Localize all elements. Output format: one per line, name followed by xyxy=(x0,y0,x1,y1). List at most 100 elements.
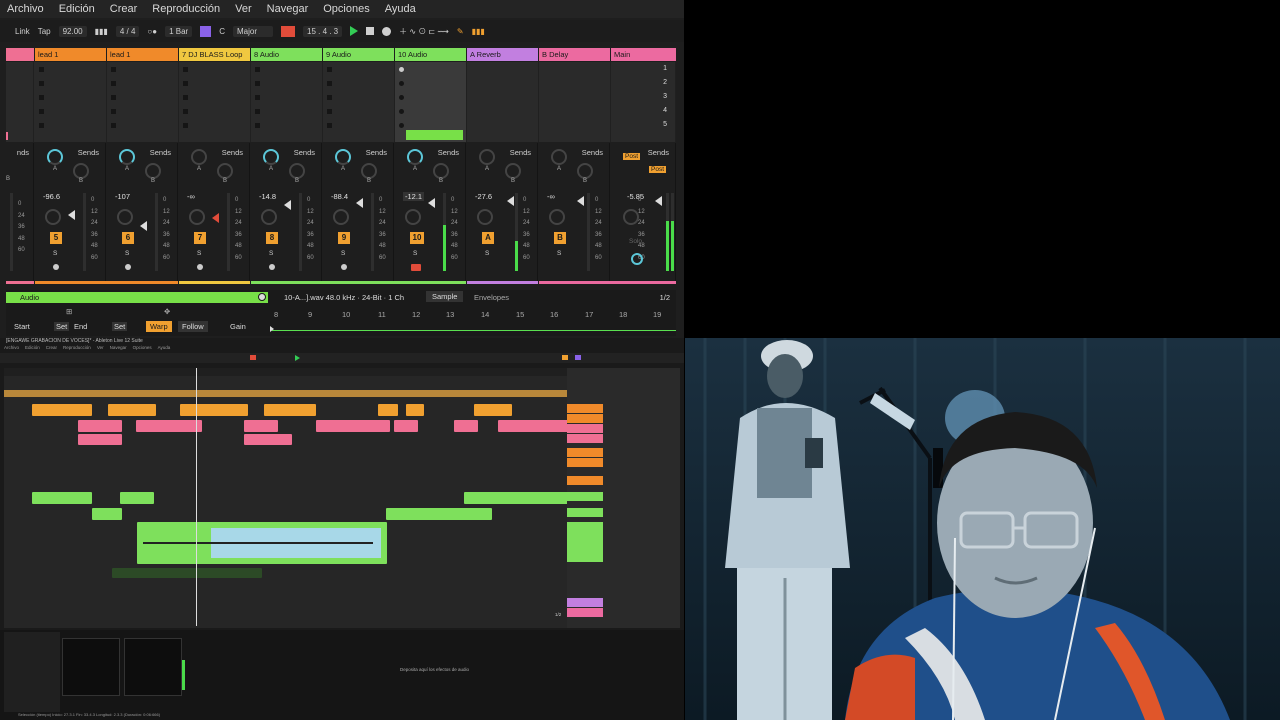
scene-4[interactable]: 4 xyxy=(663,107,667,114)
send-a-knob[interactable] xyxy=(191,149,207,165)
arr-track-head[interactable] xyxy=(567,508,603,517)
volume-fader[interactable] xyxy=(655,196,662,206)
arr-track-head-selected[interactable] xyxy=(567,522,603,562)
solo-button[interactable]: S xyxy=(341,250,345,257)
arr-clip[interactable] xyxy=(264,404,316,416)
arm-button[interactable] xyxy=(197,264,203,270)
key-select[interactable]: C xyxy=(219,27,225,36)
volume-value[interactable]: -107 xyxy=(115,192,130,201)
solo-button[interactable]: S xyxy=(557,250,561,257)
sample-ruler[interactable]: 8 9 10 11 12 13 14 15 16 17 18 19 xyxy=(272,310,676,320)
tap-button[interactable]: Tap xyxy=(38,27,51,36)
pan-knob[interactable] xyxy=(405,209,421,225)
arm-button-active[interactable] xyxy=(411,264,421,271)
volume-fader[interactable] xyxy=(284,200,291,210)
start-marker-icon[interactable] xyxy=(270,326,274,332)
send-b-knob[interactable] xyxy=(289,163,305,179)
track-header-lead-1a[interactable]: lead 1 xyxy=(35,48,106,61)
arr-menu-archivo[interactable]: Archivo xyxy=(4,345,19,350)
arm-button[interactable] xyxy=(53,264,59,270)
track-header-main[interactable]: Main xyxy=(611,48,676,61)
arr-clip[interactable] xyxy=(78,420,122,432)
arm-button[interactable] xyxy=(125,264,131,270)
send-a-knob[interactable] xyxy=(119,149,135,165)
volume-value[interactable]: -27.6 xyxy=(475,192,492,201)
arr-track-head[interactable] xyxy=(567,414,603,423)
follow-button[interactable]: Follow xyxy=(178,321,208,332)
arr-page-indicator[interactable]: 1/2 xyxy=(555,612,561,617)
playing-clip[interactable] xyxy=(406,130,463,140)
arr-menu-ayuda[interactable]: Ayuda xyxy=(158,345,171,350)
arr-clip[interactable] xyxy=(180,404,248,416)
arr-clip[interactable] xyxy=(32,492,92,504)
track-header-a-reverb[interactable]: A Reverb xyxy=(467,48,538,61)
track-activator[interactable]: 7 xyxy=(194,232,206,244)
arr-menu-opciones[interactable]: Opciones xyxy=(133,345,152,350)
solo-button[interactable]: S xyxy=(413,250,417,257)
quantize-select[interactable]: 1 Bar xyxy=(165,25,193,37)
solo-button[interactable]: S xyxy=(53,250,57,257)
arr-clip[interactable] xyxy=(316,420,390,432)
arrangement-record-icon[interactable] xyxy=(281,25,295,37)
send-b-knob[interactable] xyxy=(73,163,89,179)
send-b-knob[interactable] xyxy=(505,163,521,179)
arr-menu-crear[interactable]: Crear xyxy=(46,345,57,350)
track-activator[interactable]: A xyxy=(482,232,494,244)
volume-fader[interactable] xyxy=(68,210,75,220)
scene-5[interactable]: 5 xyxy=(663,121,667,128)
arr-clip-selected[interactable] xyxy=(137,522,387,564)
arr-menu-edicion[interactable]: Edición xyxy=(25,345,40,350)
menu-edicion[interactable]: Edición xyxy=(59,3,95,15)
pan-knob[interactable] xyxy=(261,209,277,225)
volume-fader[interactable] xyxy=(356,198,363,208)
post-button-2[interactable]: Post xyxy=(649,166,667,173)
arr-menu-ver[interactable]: Ver xyxy=(97,345,104,350)
volume-fader[interactable] xyxy=(507,196,514,206)
send-a-knob[interactable] xyxy=(551,149,567,165)
stop-icon[interactable] xyxy=(366,27,375,35)
solo-label[interactable]: Solo xyxy=(629,238,642,245)
send-a-knob[interactable] xyxy=(407,149,423,165)
clip-activator-icon[interactable] xyxy=(258,293,266,301)
arm-button[interactable] xyxy=(269,264,275,270)
arr-track-head[interactable] xyxy=(567,434,603,443)
arm-button[interactable] xyxy=(341,264,347,270)
pan-knob[interactable] xyxy=(333,209,349,225)
scale-select[interactable]: Major xyxy=(233,25,273,37)
send-a-knob[interactable] xyxy=(263,149,279,165)
track-header-10-audio[interactable]: 10 Audio xyxy=(395,48,466,61)
send-b-knob[interactable] xyxy=(433,163,449,179)
clip-name[interactable]: Audio xyxy=(6,292,268,303)
tab-envelopes[interactable]: Envelopes xyxy=(474,293,509,302)
solo-button[interactable]: S xyxy=(485,250,489,257)
send-b-knob[interactable] xyxy=(361,163,377,179)
menu-ver[interactable]: Ver xyxy=(235,3,252,15)
arr-track-head[interactable] xyxy=(567,598,603,607)
arr-clip[interactable] xyxy=(406,404,424,416)
arr-clip[interactable] xyxy=(386,508,492,520)
menu-opciones[interactable]: Opciones xyxy=(323,3,369,15)
cue-knob[interactable] xyxy=(631,253,643,265)
pan-knob[interactable] xyxy=(549,209,565,225)
time-signature[interactable]: 4 / 4 xyxy=(115,25,140,37)
solo-button[interactable]: S xyxy=(125,250,129,257)
track-activator[interactable]: B xyxy=(554,232,566,244)
pan-knob[interactable] xyxy=(117,209,133,225)
solo-button[interactable]: S xyxy=(197,250,201,257)
record-mode-icon[interactable]: ○● xyxy=(147,27,157,36)
volume-value[interactable]: -∞ xyxy=(187,192,195,201)
solo-button[interactable]: S xyxy=(269,250,273,257)
arr-clip[interactable] xyxy=(92,508,122,520)
track-activator[interactable]: 6 xyxy=(122,232,134,244)
arr-track-head[interactable] xyxy=(567,476,603,485)
send-a-knob[interactable] xyxy=(479,149,495,165)
device-panel[interactable] xyxy=(62,638,120,696)
arrangement-timeline[interactable] xyxy=(4,368,568,628)
arr-track-head[interactable] xyxy=(567,458,603,467)
menu-crear[interactable]: Crear xyxy=(110,3,138,15)
track-header-9-audio[interactable]: 9 Audio xyxy=(323,48,394,61)
track-activator[interactable]: 10 xyxy=(410,232,424,244)
tab-sample[interactable]: Sample xyxy=(426,291,464,302)
track-header-lead-1b[interactable]: lead 1 xyxy=(107,48,178,61)
scale-mode-icon[interactable] xyxy=(200,25,212,37)
